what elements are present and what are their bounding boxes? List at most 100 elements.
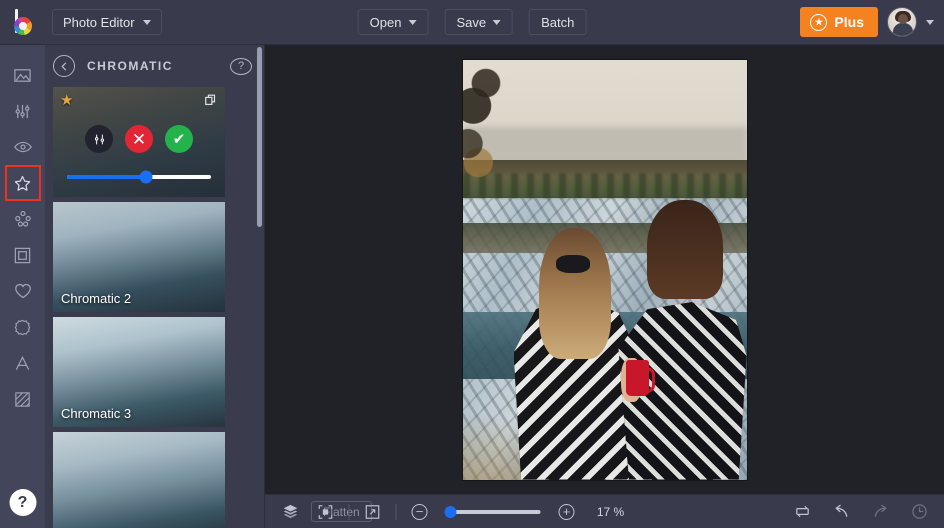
save-button[interactable]: Save bbox=[444, 9, 514, 35]
batch-label: Batch bbox=[541, 14, 575, 30]
history-controls bbox=[789, 499, 932, 525]
panel-scrollbar[interactable] bbox=[257, 47, 262, 227]
app-name-label: Photo Editor bbox=[63, 14, 135, 30]
plus-circle-icon: + bbox=[558, 503, 575, 520]
expand-icon bbox=[365, 504, 380, 519]
canvas-area[interactable] bbox=[265, 45, 944, 494]
compare-button[interactable] bbox=[789, 499, 815, 525]
texture-icon bbox=[15, 391, 30, 407]
expand-button[interactable] bbox=[360, 499, 386, 525]
sidebar-item-text[interactable] bbox=[5, 345, 41, 381]
image-icon bbox=[14, 68, 31, 82]
sidebar-item-frames[interactable] bbox=[5, 237, 41, 273]
undo-icon bbox=[834, 504, 847, 517]
canvas-photo[interactable] bbox=[462, 59, 747, 480]
zoom-out-button[interactable]: − bbox=[407, 499, 433, 525]
batch-button[interactable]: Batch bbox=[529, 9, 587, 35]
panel-header: CHROMATIC ? bbox=[45, 45, 264, 87]
bottom-toolbar: Flatten − + 17 % bbox=[265, 494, 944, 528]
back-arrow-glyph bbox=[60, 61, 66, 71]
photo-editor-app: Photo Editor Open Save Batch ★ Plus ? CH… bbox=[0, 0, 944, 528]
logo-color-wheel bbox=[14, 17, 32, 35]
plus-upgrade-button[interactable]: ★ Plus bbox=[800, 7, 878, 37]
effects-panel: CHROMATIC ? ★ ✕ ✔ Chromatic 2 Chromatic … bbox=[45, 45, 265, 528]
chevron-down-icon bbox=[142, 19, 151, 25]
open-button[interactable]: Open bbox=[357, 9, 429, 35]
compare-swap-icon bbox=[795, 505, 809, 518]
account-chevron-down-icon[interactable] bbox=[926, 19, 934, 25]
top-toolbar: Photo Editor Open Save Batch ★ Plus bbox=[0, 0, 944, 45]
star-icon bbox=[14, 175, 31, 191]
list-item[interactable] bbox=[53, 432, 225, 528]
help-icon: ? bbox=[17, 493, 28, 511]
account-group: ★ Plus bbox=[800, 7, 934, 37]
page-title: CHROMATIC bbox=[87, 59, 173, 73]
plus-label: Plus bbox=[834, 14, 864, 30]
list-item[interactable]: Chromatic 3 bbox=[53, 317, 225, 427]
chevron-down-icon bbox=[493, 19, 502, 25]
sidebar-item-adjust[interactable] bbox=[5, 93, 41, 129]
avatar[interactable] bbox=[887, 7, 917, 37]
layers-button[interactable] bbox=[277, 499, 303, 525]
back-arrow-icon[interactable] bbox=[53, 55, 75, 77]
text-a-icon bbox=[15, 355, 30, 370]
file-actions-group: Open Save Batch bbox=[357, 9, 587, 35]
eye-icon bbox=[13, 141, 32, 153]
sidebar-item-overlays[interactable] bbox=[5, 201, 41, 237]
frame-icon bbox=[14, 247, 31, 263]
effect-intensity-slider[interactable] bbox=[67, 170, 211, 184]
list-item-label: Chromatic 3 bbox=[61, 406, 132, 421]
help-button[interactable]: ? bbox=[9, 489, 36, 516]
list-item-label: Chromatic 2 bbox=[61, 291, 132, 306]
zoom-in-button[interactable]: + bbox=[554, 499, 580, 525]
bonanza-color-wheel-logo[interactable] bbox=[12, 9, 38, 35]
effect-apply-button[interactable]: ✔ bbox=[165, 125, 193, 153]
sidebar-item-stickers[interactable] bbox=[5, 309, 41, 345]
fit-to-screen-button[interactable] bbox=[313, 499, 339, 525]
list-item[interactable]: ★ ✕ ✔ bbox=[53, 87, 225, 197]
panel-help-label: ? bbox=[237, 60, 245, 72]
photo-red-mug bbox=[626, 360, 655, 397]
photo-person-right-hair bbox=[647, 199, 723, 300]
zoom-slider[interactable] bbox=[444, 505, 541, 518]
avatar-face bbox=[898, 14, 908, 24]
duplicate-icon[interactable] bbox=[204, 93, 218, 107]
undo-button[interactable] bbox=[828, 499, 854, 525]
duplicate-glyph bbox=[205, 94, 216, 105]
redo-button[interactable] bbox=[867, 499, 893, 525]
sidebar-item-image[interactable] bbox=[5, 57, 41, 93]
chevron-down-icon bbox=[408, 19, 417, 25]
app-name-dropdown[interactable]: Photo Editor bbox=[52, 9, 162, 35]
layers-icon bbox=[283, 504, 297, 519]
zoom-slider-handle[interactable] bbox=[444, 505, 457, 518]
main-body: ? CHROMATIC ? ★ ✕ ✔ Chromatic 2 Chromati… bbox=[0, 45, 944, 528]
history-button[interactable] bbox=[906, 499, 932, 525]
favorite-star-icon[interactable]: ★ bbox=[60, 93, 73, 108]
sliders-icon bbox=[15, 104, 30, 118]
zoom-slider-track bbox=[445, 509, 541, 514]
fit-to-screen-icon bbox=[318, 504, 333, 519]
zoom-controls: − + 17 % bbox=[313, 499, 632, 525]
tool-rail: ? bbox=[0, 45, 45, 528]
dots-icon bbox=[14, 210, 31, 227]
sidebar-item-effects[interactable] bbox=[4, 165, 41, 201]
sidebar-item-textures[interactable] bbox=[5, 381, 41, 417]
effects-list[interactable]: ★ ✕ ✔ Chromatic 2 Chromatic 3 bbox=[45, 87, 264, 528]
effect-actions: ✕ ✔ bbox=[53, 125, 225, 153]
minus-circle-icon: − bbox=[411, 503, 428, 520]
effect-thumbnail-figures bbox=[53, 432, 225, 528]
panel-help-icon[interactable]: ? bbox=[230, 57, 252, 75]
effect-cancel-button[interactable]: ✕ bbox=[125, 125, 153, 153]
heart-icon bbox=[14, 283, 31, 299]
zoom-percent-label: 17 % bbox=[596, 504, 625, 519]
sidebar-item-favorites[interactable] bbox=[5, 273, 41, 309]
sidebar-item-retouch[interactable] bbox=[5, 129, 41, 165]
photo-foreground-tree bbox=[462, 67, 514, 194]
effect-settings-button[interactable] bbox=[85, 125, 113, 153]
list-item[interactable]: Chromatic 2 bbox=[53, 202, 225, 312]
slider-fill bbox=[67, 175, 147, 179]
open-label: Open bbox=[369, 14, 402, 30]
star-circle-icon: ★ bbox=[810, 13, 828, 31]
divider bbox=[348, 503, 350, 520]
slider-handle[interactable] bbox=[139, 170, 153, 184]
